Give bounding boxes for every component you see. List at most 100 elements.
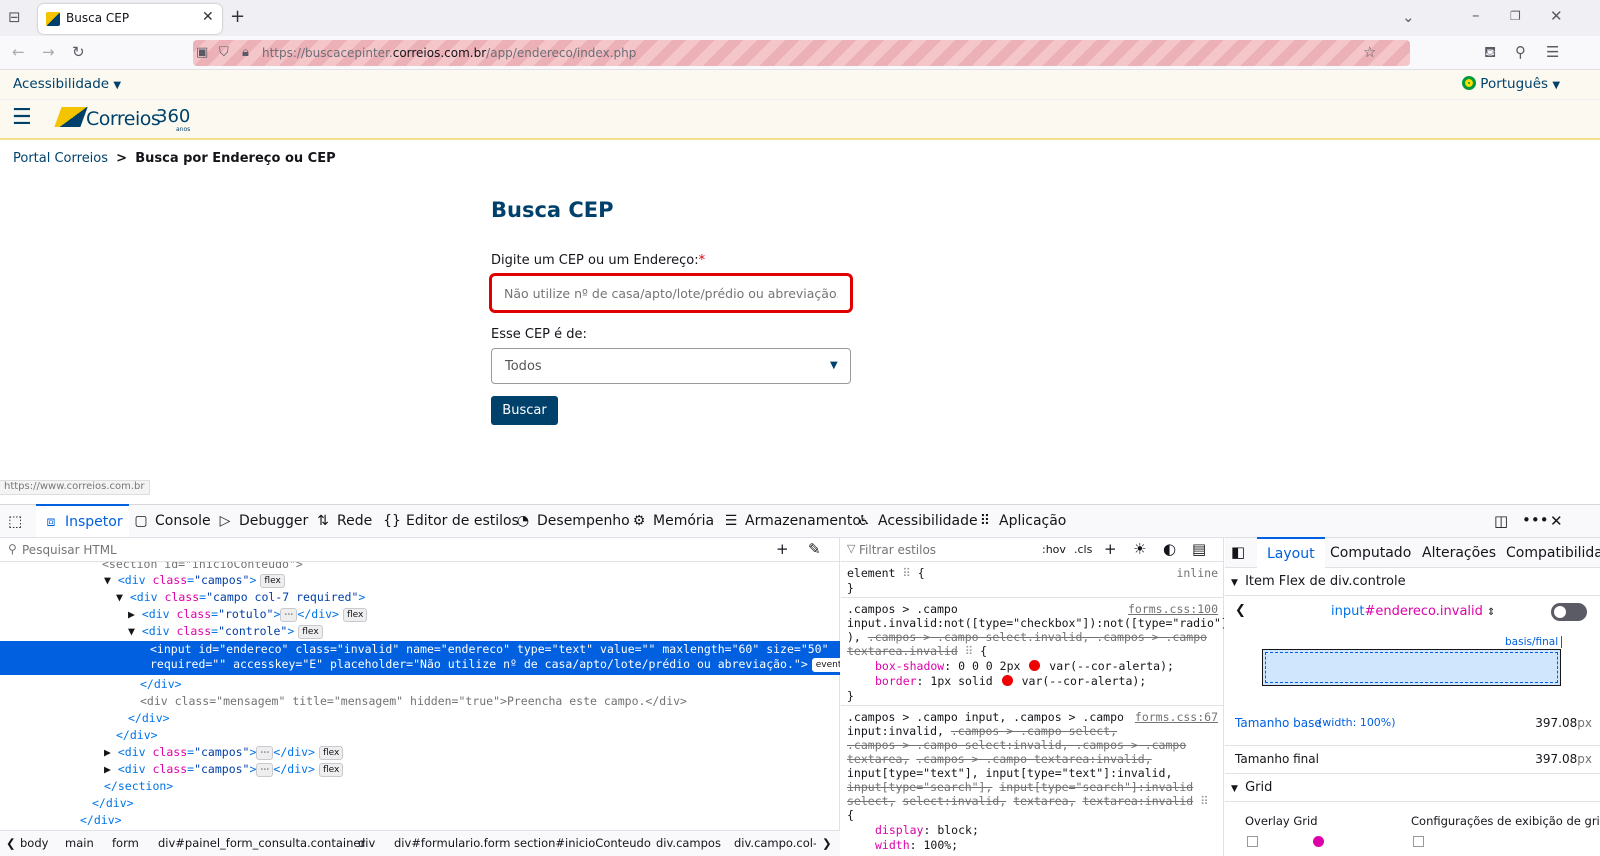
- crumb-section[interactable]: section#inicioConteudo: [514, 831, 651, 856]
- markup-line[interactable]: </section>: [104, 778, 173, 795]
- markup-line[interactable]: </div>: [128, 710, 170, 727]
- rule2-selector[interactable]: .campos > .campo select:invalid, .campos…: [847, 738, 1186, 752]
- tab-compatibilidade[interactable]: Compatibilidade: [1506, 538, 1600, 568]
- rule1-declaration[interactable]: box-shadow: 0 0 0 2px var(--cor-alerta);: [875, 659, 1174, 673]
- tab-aplicacao[interactable]: ⠿ Aplicação: [976, 505, 1067, 537]
- flex-badge[interactable]: flex: [260, 574, 285, 588]
- tab-armazenamento[interactable]: ☰ Armazenamento: [722, 505, 861, 537]
- rule1-selector[interactable]: input.invalid:not([type="checkbox"]):not…: [847, 616, 1224, 630]
- rule1-selector[interactable]: ), .campos > .campo select.invalid, .cam…: [847, 630, 1207, 644]
- browser-tab[interactable]: Busca CEP ✕: [38, 4, 222, 34]
- toggle-sidebar-icon[interactable]: ◧: [1231, 545, 1245, 560]
- close-window-icon[interactable]: ✕: [1550, 9, 1563, 24]
- crumb-body[interactable]: body: [20, 831, 48, 856]
- back-icon[interactable]: ❮: [1235, 603, 1246, 618]
- expand-arrow-icon[interactable]: ▼: [128, 624, 135, 638]
- tab-rede[interactable]: ⇅ Rede: [314, 505, 372, 537]
- light-scheme-icon[interactable]: ☀: [1133, 542, 1146, 557]
- hov-toggle[interactable]: :hov: [1042, 543, 1066, 556]
- markup-line[interactable]: </div>: [140, 676, 182, 693]
- rule2-selector[interactable]: input[type="search"], input[type="search…: [847, 780, 1193, 794]
- ellipsis-badge[interactable]: ⋯: [256, 763, 274, 777]
- tab-console[interactable]: ▢ Console: [132, 505, 210, 537]
- grid-checkbox[interactable]: [1247, 836, 1258, 847]
- back-icon[interactable]: ←: [12, 45, 25, 60]
- expand-arrow-icon[interactable]: ▶: [104, 745, 111, 759]
- flex-badge[interactable]: flex: [318, 763, 344, 777]
- expand-arrow-icon[interactable]: ▼: [104, 573, 111, 587]
- close-tab-icon[interactable]: ✕: [202, 9, 214, 25]
- accessibility-menu[interactable]: Acessibilidade ▼: [13, 76, 121, 92]
- correios-logo[interactable]: Correios 360 anos: [54, 105, 198, 135]
- breadcrumb-home-link[interactable]: Portal Correios: [13, 151, 108, 166]
- shield-icon[interactable]: ⛉: [219, 45, 229, 60]
- dark-scheme-icon[interactable]: ◐: [1163, 542, 1176, 557]
- ellipsis-badge[interactable]: ⋯: [256, 746, 274, 760]
- crumb-form[interactable]: form: [112, 831, 139, 856]
- cls-toggle[interactable]: .cls: [1074, 543, 1092, 556]
- color-swatch[interactable]: [1001, 675, 1013, 686]
- flex-badge[interactable]: flex: [342, 608, 368, 622]
- highlight-toggle[interactable]: [1551, 603, 1587, 621]
- markup-line[interactable]: </div>: [116, 727, 158, 744]
- grid-config-checkbox[interactable]: [1413, 836, 1424, 847]
- tab-layout[interactable]: Layout: [1257, 537, 1325, 568]
- grid-color-swatch[interactable]: [1313, 836, 1324, 847]
- tab-debugger[interactable]: ▷ Debugger: [216, 505, 309, 537]
- forward-icon[interactable]: →: [42, 45, 55, 60]
- close-devtools-icon[interactable]: ✕: [1550, 514, 1563, 529]
- rule1-source-link[interactable]: forms.css:100: [1128, 602, 1218, 616]
- language-selector[interactable]: Português ▼: [1462, 76, 1560, 92]
- rule2-declaration[interactable]: width: 100%;: [875, 838, 958, 852]
- crumb-campos[interactable]: div.campos: [656, 831, 721, 856]
- markup-line[interactable]: ▶ <div class="campos"> ⋯ </div> flex: [104, 744, 344, 761]
- cep-type-select[interactable]: Todos ▼: [491, 348, 851, 384]
- search-button[interactable]: Buscar: [491, 396, 558, 425]
- rule1-selector[interactable]: .campos > .campo: [847, 602, 958, 616]
- dock-icon[interactable]: ◫: [1494, 514, 1508, 529]
- rule2-declaration[interactable]: display: block;: [875, 823, 979, 837]
- markup-line[interactable]: ▼ <div class="controle"> flex: [128, 623, 323, 640]
- flex-item-header[interactable]: ▼ Item Flex de div.controle: [1225, 568, 1600, 596]
- rule2-selector[interactable]: textarea, .campos > .campo textarea:inva…: [847, 752, 1152, 766]
- crumb-div[interactable]: div: [358, 831, 375, 856]
- flex-item-element-ref[interactable]: input#endereco.invalid ⇕: [1331, 604, 1495, 619]
- markup-line[interactable]: ▼ <div class="campo col-7 required">: [116, 589, 365, 606]
- new-tab-button[interactable]: +: [230, 6, 245, 27]
- chevron-down-icon[interactable]: ⌄: [1402, 10, 1415, 25]
- add-node-icon[interactable]: +: [776, 542, 789, 557]
- rule2-selector[interactable]: .campos > .campo input, .campos > .campo: [847, 710, 1124, 724]
- rule1-selector[interactable]: textarea.invalid ⠿ {: [847, 644, 987, 658]
- tab-list-icon[interactable]: ⊟: [8, 10, 21, 25]
- element-picker-icon[interactable]: ⬚: [8, 514, 22, 529]
- search-html-input[interactable]: [22, 541, 722, 559]
- rule1-declaration[interactable]: border: 1px solid var(--cor-alerta);: [875, 674, 1146, 688]
- eyedropper-icon[interactable]: ✎: [808, 542, 821, 557]
- markup-line[interactable]: </div>: [80, 812, 122, 829]
- markup-line[interactable]: <div class="mensagem" title="mensagem" h…: [140, 693, 687, 710]
- element-rule-selector[interactable]: element ⠿ {: [847, 566, 925, 580]
- crumb-container[interactable]: div#painel_form_consulta.container: [158, 831, 365, 856]
- markup-line[interactable]: </div>: [92, 795, 134, 812]
- address-input[interactable]: [491, 275, 851, 311]
- extensions-icon[interactable]: ⚲: [1515, 45, 1526, 60]
- expand-arrow-icon[interactable]: ▶: [128, 607, 135, 621]
- markup-line[interactable]: ▶ <div class="campos"> ⋯ </div> flex: [104, 761, 344, 778]
- rule2-selector[interactable]: select, select:invalid, textarea, textar…: [847, 794, 1209, 808]
- rule2-selector[interactable]: input[type="text"], input[type="text"]:i…: [847, 766, 1172, 780]
- add-rule-icon[interactable]: +: [1104, 542, 1117, 557]
- pocket-icon[interactable]: ⛾: [1484, 45, 1496, 60]
- chevron-right-icon[interactable]: ❯: [822, 831, 832, 856]
- more-options-icon[interactable]: •••: [1522, 513, 1549, 528]
- markup-line[interactable]: ▶ <div class="rotulo"> ⋯ </div> flex: [128, 606, 368, 623]
- crumb-formulario[interactable]: div#formulario.form: [394, 831, 511, 856]
- crumb-campo[interactable]: div.campo.col-7.: [734, 831, 816, 856]
- grid-section-header[interactable]: ▼ Grid: [1225, 774, 1600, 802]
- ellipsis-badge[interactable]: ⋯: [280, 608, 298, 622]
- bookmark-star-icon[interactable]: ☆: [1363, 45, 1376, 60]
- chevron-left-icon[interactable]: ❮: [6, 831, 16, 856]
- tab-desempenho[interactable]: ◔ Desempenho: [514, 505, 630, 537]
- restore-icon[interactable]: ❐: [1510, 9, 1521, 24]
- hamburger-menu-icon[interactable]: ☰: [12, 107, 32, 129]
- event-badge[interactable]: event: [811, 658, 840, 672]
